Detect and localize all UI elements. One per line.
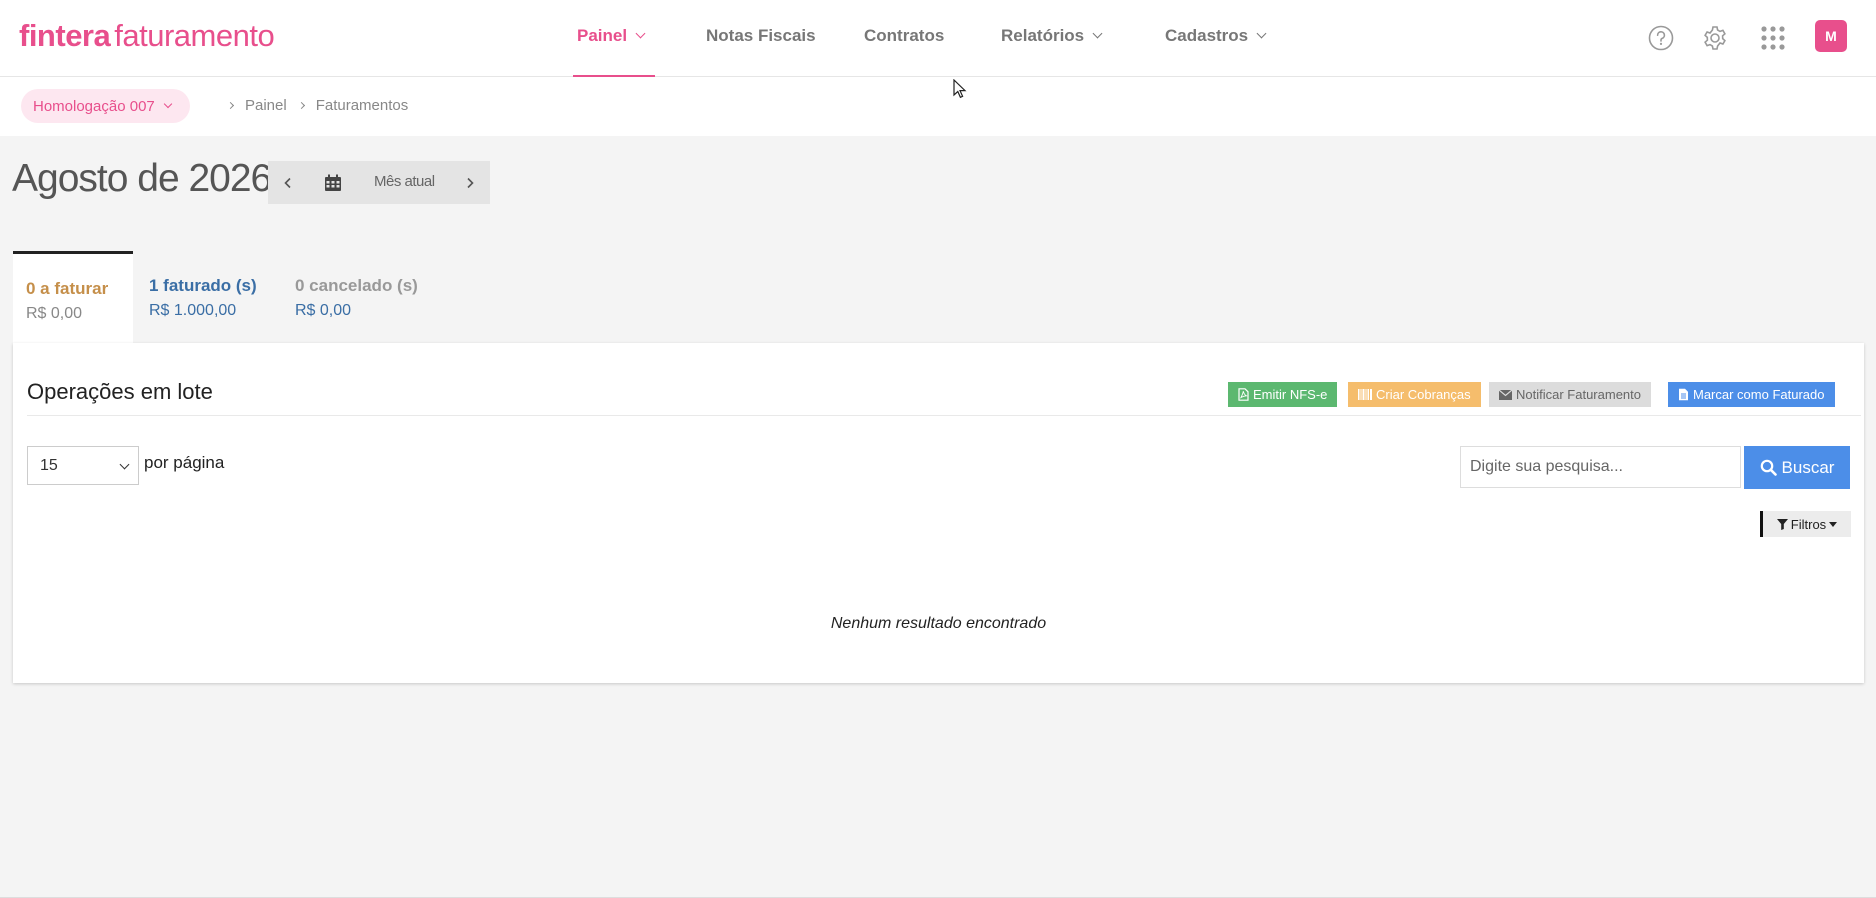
search-input[interactable]	[1460, 446, 1741, 488]
tab-title: 0 cancelado (s)	[295, 276, 418, 295]
environment-selector[interactable]: Homologação 007	[21, 89, 190, 123]
nav-item-label: Painel	[577, 26, 628, 45]
tab-value: R$ 1.000,00	[149, 302, 237, 319]
environment-label: Homologação 007	[33, 97, 155, 115]
tab-title: 0 a faturar	[26, 279, 109, 298]
prev-month-button[interactable]	[268, 161, 308, 204]
nav-item-label: Contratos	[864, 26, 945, 45]
button-label: Buscar	[1781, 457, 1835, 477]
nav-item-label: Notas Fiscais	[706, 26, 816, 45]
filters-button[interactable]: Filtros	[1760, 511, 1851, 537]
button-label: Criar Cobranças	[1376, 387, 1471, 402]
per-page-label: por página	[144, 453, 225, 472]
chevron-down-icon	[1256, 28, 1267, 39]
per-page-value: 15	[40, 456, 58, 474]
tab-cancelados[interactable]: 0 cancelado (s) R$ 0,00	[282, 251, 431, 344]
tab-value: R$ 0,00	[26, 305, 83, 322]
nav-item-relatorios[interactable]: Relatórios	[1001, 24, 1103, 48]
mouse-cursor-icon	[953, 79, 967, 99]
nav-item-label: Relatórios	[1001, 26, 1085, 45]
nav-item-label: Cadastros	[1165, 26, 1249, 45]
emit-nfse-button[interactable]: Emitir NFS-e	[1228, 382, 1338, 407]
search-button[interactable]: Buscar	[1744, 446, 1850, 489]
apps-grid-icon[interactable]	[1757, 22, 1789, 54]
mark-as-billed-button[interactable]: Marcar como Faturado	[1668, 382, 1835, 407]
next-month-button[interactable]	[450, 161, 490, 204]
button-label: Filtros	[1790, 516, 1827, 532]
calendar-button[interactable]	[318, 161, 348, 204]
nav-item-painel[interactable]: Painel	[577, 24, 646, 48]
tab-value: R$ 0,00	[295, 302, 352, 319]
nav-item-contratos[interactable]: Contratos	[864, 24, 944, 48]
nav-item-cadastros[interactable]: Cadastros	[1165, 24, 1267, 48]
chevron-down-icon	[1092, 28, 1103, 39]
button-label: Notificar Faturamento	[1516, 387, 1641, 402]
chevron-down-icon	[163, 99, 173, 109]
brand-name-bold: fintera	[19, 18, 111, 53]
help-icon[interactable]	[1645, 22, 1677, 54]
brand-logo[interactable]: fintera faturamento	[19, 18, 275, 54]
breadcrumb-item-painel[interactable]: Painel	[245, 97, 287, 114]
file-text-icon	[1679, 388, 1688, 401]
caret-down-icon	[1829, 521, 1838, 527]
chevron-right-icon	[226, 101, 235, 110]
breadcrumb-bar: Homologação 007 Painel Faturamentos	[0, 77, 1876, 136]
month-navigator: Mês atual	[268, 161, 490, 204]
barcode-icon	[1358, 389, 1372, 400]
brand-name-light: faturamento	[114, 18, 275, 53]
chevron-right-icon	[297, 101, 305, 110]
button-label: Marcar como Faturado	[1693, 387, 1825, 402]
per-page-select[interactable]: 15	[27, 446, 139, 485]
calendar-icon	[325, 174, 341, 191]
search-icon	[1760, 459, 1777, 476]
divider	[27, 415, 1861, 416]
create-charges-button[interactable]: Criar Cobranças	[1348, 382, 1481, 407]
filter-icon	[1776, 518, 1788, 530]
button-label: Emitir NFS-e	[1253, 387, 1328, 402]
empty-results-message: Nenhum resultado encontrado	[830, 615, 1047, 632]
chevron-right-icon	[467, 177, 474, 188]
nav-item-notas-fiscais[interactable]: Notas Fiscais	[706, 24, 816, 48]
tab-title: 1 faturado (s)	[149, 276, 257, 295]
tab-faturados[interactable]: 1 faturado (s) R$ 1.000,00	[136, 251, 270, 344]
chevron-left-icon	[284, 177, 291, 188]
panel-title: Operações em lote	[27, 379, 213, 404]
current-month-button[interactable]: Mês atual	[374, 173, 435, 190]
envelope-icon	[1499, 389, 1512, 400]
gear-icon[interactable]	[1699, 22, 1731, 54]
file-pdf-icon	[1238, 388, 1249, 401]
notify-billing-button[interactable]: Notificar Faturamento	[1489, 382, 1651, 407]
breadcrumb: Painel Faturamentos	[224, 97, 408, 114]
top-navbar: fintera faturamento Painel Notas Fiscais …	[0, 0, 1876, 77]
breadcrumb-item-faturamentos: Faturamentos	[315, 97, 409, 114]
chevron-down-icon	[635, 28, 646, 39]
chevron-down-icon	[119, 459, 130, 470]
batch-operations-panel: Operações em lote Emitir NFS-e Criar Cob…	[13, 343, 1864, 683]
user-avatar[interactable]: M	[1815, 20, 1847, 52]
page-title: Agosto de 2026	[12, 157, 272, 200]
tab-a-faturar[interactable]: 0 a faturar R$ 0,00	[13, 251, 133, 344]
